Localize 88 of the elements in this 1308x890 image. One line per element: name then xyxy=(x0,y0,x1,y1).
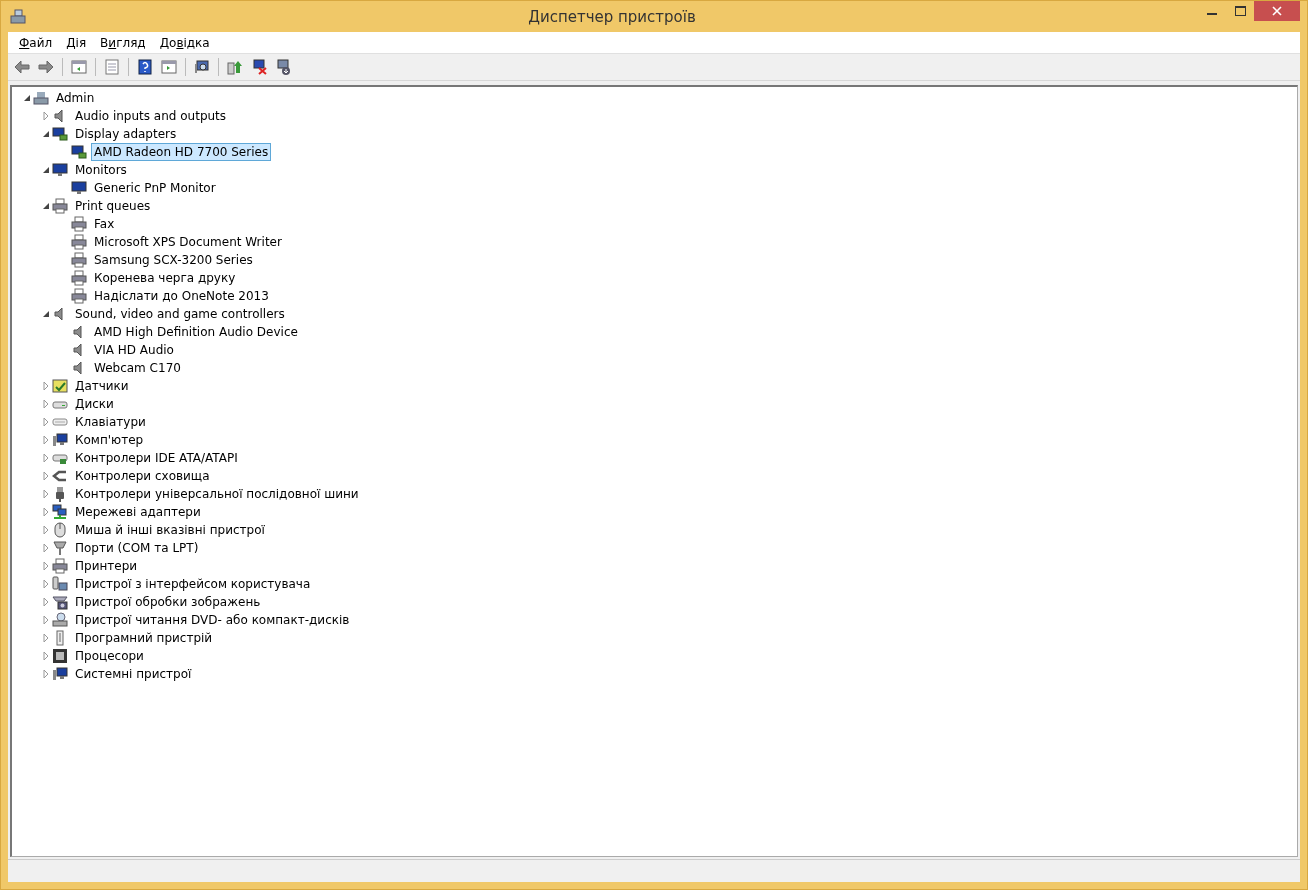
tree-item[interactable]: Комп'ютер xyxy=(72,431,147,449)
tree-item[interactable]: Диски xyxy=(72,395,117,413)
pc-device-icon xyxy=(52,666,68,682)
expand-arrow-icon[interactable] xyxy=(41,669,51,679)
expand-arrow-icon[interactable] xyxy=(41,489,51,499)
expand-arrow-icon[interactable] xyxy=(41,471,51,481)
port-device-icon xyxy=(52,540,68,556)
expand-arrow-icon[interactable] xyxy=(41,507,51,517)
printer-device-icon xyxy=(52,198,68,214)
collapse-arrow-icon[interactable] xyxy=(22,93,32,103)
network-device-icon xyxy=(52,504,68,520)
tree-item[interactable]: Fax xyxy=(91,215,118,233)
tree-item[interactable]: Клавіатури xyxy=(72,413,149,431)
expand-arrow-icon[interactable] xyxy=(41,651,51,661)
tree-item[interactable]: Миша й інші вказівні пристрої xyxy=(72,521,268,539)
menu-item[interactable]: Довідка xyxy=(152,33,217,52)
tree-item[interactable]: Пристрої обробки зображень xyxy=(72,593,264,611)
tree-item[interactable]: Print queues xyxy=(72,197,154,215)
expand-arrow-icon[interactable] xyxy=(41,453,51,463)
tree-item[interactable]: Мережеві адаптери xyxy=(72,503,204,521)
tree-item[interactable]: Generic PnP Monitor xyxy=(91,179,219,197)
mouse-device-icon xyxy=(52,522,68,538)
printer-device-icon xyxy=(71,270,87,286)
tree-item[interactable]: Samsung SCX-3200 Series xyxy=(91,251,256,269)
cpu-device-icon xyxy=(52,648,68,664)
tree-item[interactable]: Webcam C170 xyxy=(91,359,184,377)
tree-item[interactable]: Програмний пристрій xyxy=(72,629,216,647)
tree-item[interactable]: Порти (COM та LPT) xyxy=(72,539,202,557)
tree-item[interactable]: Контролери IDE ATA/ATAPI xyxy=(72,449,241,467)
menu-item[interactable]: Файл xyxy=(12,33,60,52)
printer-device-icon xyxy=(71,288,87,304)
close-icon xyxy=(1272,6,1282,16)
expand-arrow-icon[interactable] xyxy=(41,615,51,625)
tree-item[interactable]: Коренева черга друку xyxy=(91,269,239,287)
computer-device-icon xyxy=(33,90,49,106)
imaging-device-icon xyxy=(52,594,68,610)
tree-item[interactable]: Audio inputs and outputs xyxy=(72,107,230,125)
display-device-icon xyxy=(52,126,68,142)
window-title: Диспетчер пристроїв xyxy=(527,7,697,26)
dvd-device-icon xyxy=(52,612,68,628)
collapse-arrow-icon[interactable] xyxy=(41,129,51,139)
expand-arrow-icon[interactable] xyxy=(41,543,51,553)
display-device-icon xyxy=(71,144,87,160)
tree-item[interactable]: Microsoft XPS Document Writer xyxy=(91,233,285,251)
tree-item[interactable]: Sound, video and game controllers xyxy=(72,305,288,323)
tree-item[interactable]: Контролери універсальної послідовної шини xyxy=(72,485,362,503)
maximize-icon xyxy=(1234,6,1246,16)
expand-arrow-icon[interactable] xyxy=(41,597,51,607)
menu-item[interactable]: Вигляд xyxy=(93,33,153,52)
tree-item[interactable]: Display adapters xyxy=(72,125,180,143)
tree-item[interactable]: Пристрої з інтерфейсом користувача xyxy=(72,575,314,593)
hid-device-icon xyxy=(52,576,68,592)
tree-item[interactable]: AMD High Definition Audio Device xyxy=(91,323,301,341)
expand-arrow-icon[interactable] xyxy=(41,579,51,589)
expand-arrow-icon[interactable] xyxy=(41,525,51,535)
tree-item[interactable]: Надіслати до OneNote 2013 xyxy=(91,287,272,305)
tree-item[interactable]: Датчики xyxy=(72,377,132,395)
expand-arrow-icon[interactable] xyxy=(41,381,51,391)
collapse-arrow-icon[interactable] xyxy=(41,309,51,319)
menu-item[interactable]: Дія xyxy=(59,33,94,52)
expand-arrow-icon[interactable] xyxy=(41,399,51,409)
device-manager-icon xyxy=(10,8,26,25)
tree-item[interactable]: Пристрої читання DVD- або компакт-дисків xyxy=(72,611,353,629)
expand-arrow-icon[interactable] xyxy=(41,561,51,571)
printer-device-icon xyxy=(71,216,87,232)
printer-device-icon xyxy=(71,252,87,268)
monitor-device-icon xyxy=(71,180,87,196)
tree-item[interactable]: Monitors xyxy=(72,161,130,179)
tree-item[interactable]: Системні пристрої xyxy=(72,665,195,683)
tree-item[interactable]: VIA HD Audio xyxy=(91,341,177,359)
expand-arrow-icon[interactable] xyxy=(41,435,51,445)
pc-device-icon xyxy=(52,432,68,448)
expand-arrow-icon[interactable] xyxy=(41,111,51,121)
tree-item[interactable]: AMD Radeon HD 7700 Series xyxy=(91,143,272,161)
storage-device-icon xyxy=(52,468,68,484)
tree-item[interactable]: Admin xyxy=(53,89,98,107)
tree-item[interactable]: Принтери xyxy=(72,557,141,575)
expand-arrow-icon[interactable] xyxy=(41,417,51,427)
printer-device-icon xyxy=(52,558,68,574)
expand-arrow-icon[interactable] xyxy=(41,633,51,643)
tree-item[interactable]: Процесори xyxy=(72,647,147,665)
monitor-device-icon xyxy=(52,162,68,178)
minimize-icon xyxy=(1207,13,1217,15)
collapse-arrow-icon[interactable] xyxy=(41,165,51,175)
tree-item[interactable]: Контролери сховища xyxy=(72,467,213,485)
sensor-device-icon xyxy=(52,378,68,394)
collapse-arrow-icon[interactable] xyxy=(41,201,51,211)
printer-device-icon xyxy=(71,234,87,250)
